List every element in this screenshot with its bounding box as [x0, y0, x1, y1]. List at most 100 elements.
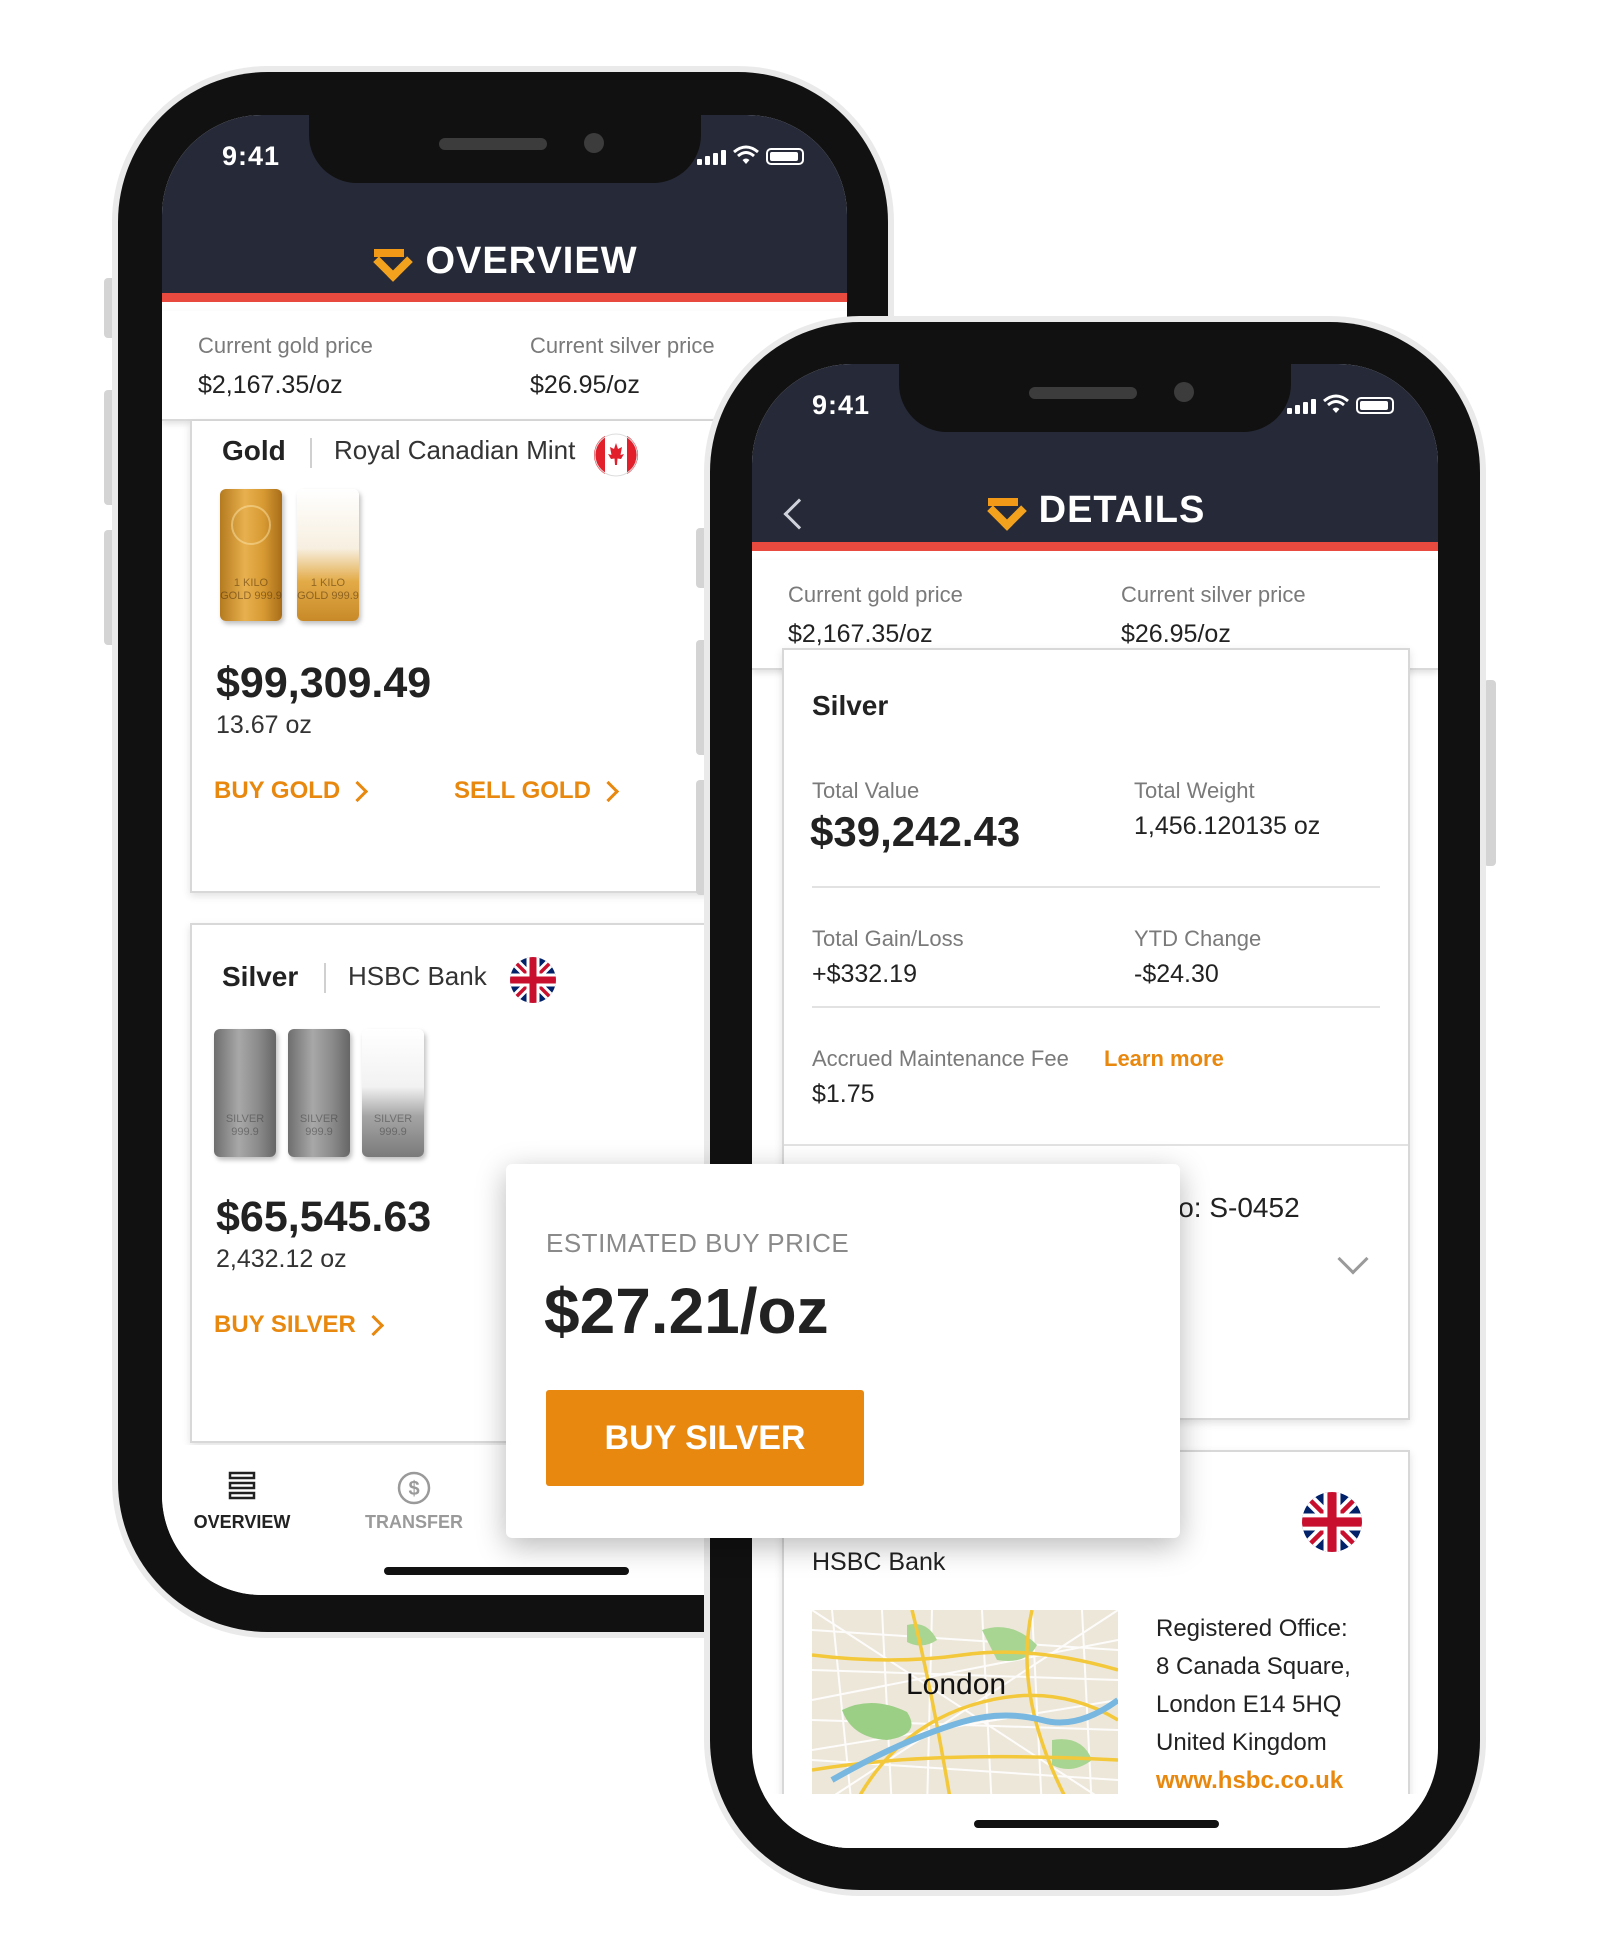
silver-price-label: Current silver price: [1121, 582, 1306, 607]
total-weight-label: Total Weight: [1134, 778, 1255, 803]
gold-price-label: Current gold price: [198, 333, 373, 358]
mute-switch: [696, 528, 708, 588]
chevron-right-icon: [347, 780, 369, 802]
map-image: [812, 1610, 1118, 1810]
gold-holding-card[interactable]: Gold Royal Canadian Mint 1 KILO GOLD 999…: [190, 421, 750, 893]
total-value: $39,242.43: [810, 808, 1021, 855]
gold-price-label: Current gold price: [788, 582, 963, 607]
wifi-icon: [1323, 394, 1349, 413]
provider-name: HSBC Bank: [348, 961, 487, 991]
office-line: 8 Canada Square,: [1156, 1653, 1351, 1680]
bar-stamp: SILVER 999.9: [299, 1113, 339, 1138]
maintenance-fee-label: Accrued Maintenance Fee: [812, 1046, 1069, 1071]
status-time: 9:41: [222, 141, 281, 171]
mute-switch: [104, 278, 116, 338]
system-icons: [1287, 394, 1394, 414]
signal-icon: [697, 150, 726, 165]
silver-bar-image: SILVER 999.9: [214, 1029, 276, 1157]
bar-stamp: SILVER 999.9: [373, 1113, 413, 1138]
details-screen: 9:41 DETAILS Current gold price $2,167.3…: [752, 364, 1438, 1848]
silver-price-value: $26.95/oz: [1121, 620, 1231, 648]
buy-silver-label: BUY SILVER: [214, 1311, 356, 1338]
provider-name: Royal Canadian Mint: [334, 435, 576, 465]
bank-name: HSBC Bank: [812, 1548, 946, 1576]
svg-text:$: $: [408, 1478, 419, 1500]
battery-icon: [766, 148, 804, 165]
overview-header: OVERVIEW: [162, 230, 847, 302]
details-header: DETAILS: [752, 479, 1438, 551]
chevron-right-icon: [597, 780, 620, 802]
gain-loss-value: +$332.19: [812, 960, 917, 988]
notch: [899, 364, 1291, 432]
silver-weight: 2,432.12 oz: [216, 1245, 347, 1273]
popup-label: ESTIMATED BUY PRICE: [546, 1228, 850, 1258]
power-button: [1484, 680, 1496, 866]
status-time: 9:41: [812, 390, 871, 420]
popup-price: $27.21/oz: [544, 1275, 829, 1347]
chevron-down-icon[interactable]: [1337, 1243, 1369, 1275]
silver-bar-image: SILVER 999.9: [288, 1029, 350, 1157]
gold-weight: 13.67 oz: [216, 711, 312, 739]
sell-gold-label: SELL GOLD: [454, 777, 591, 804]
divider: [812, 1006, 1380, 1008]
gold-bar-image-faded: 1 KILO GOLD 999.9: [297, 489, 359, 621]
divider: [784, 1144, 1408, 1146]
estimated-buy-price-popup: ESTIMATED BUY PRICE $27.21/oz BUY SILVER: [506, 1164, 1180, 1538]
canada-flag-icon: [594, 433, 638, 477]
signal-icon: [1287, 399, 1316, 414]
buy-silver-button[interactable]: BUY SILVER: [546, 1390, 864, 1486]
ytd-value: -$24.30: [1134, 960, 1219, 988]
volume-up-button: [696, 640, 708, 755]
gold-price-value: $2,167.35/oz: [788, 620, 933, 648]
london-map[interactable]: London: [812, 1610, 1118, 1810]
system-icons: [697, 145, 804, 165]
divider: [812, 886, 1380, 888]
bar-stamp: 1 KILO GOLD 999.9: [220, 577, 282, 602]
page-title: DETAILS: [1038, 489, 1206, 531]
buy-silver-link[interactable]: BUY SILVER: [214, 1311, 384, 1339]
home-indicator: [974, 1820, 1219, 1828]
volume-down-button: [104, 530, 116, 645]
tab-transfer[interactable]: $ TRANSFER: [354, 1471, 474, 1533]
learn-more-link[interactable]: Learn more: [1104, 1046, 1224, 1072]
office-line: Registered Office:: [1156, 1615, 1348, 1642]
silver-price-label: Current silver price: [530, 333, 715, 358]
list-icon: [228, 1471, 256, 1500]
status-bar: 9:41: [162, 115, 847, 230]
home-indicator: [384, 1567, 629, 1575]
metal-name: Silver: [812, 690, 889, 721]
maintenance-fee-value: $1.75: [812, 1080, 875, 1108]
dollar-circle-icon: $: [397, 1471, 431, 1505]
page-title: OVERVIEW: [425, 240, 638, 282]
map-city-label: London: [906, 1668, 1007, 1701]
ytd-label: YTD Change: [1134, 926, 1262, 951]
uk-flag-icon: [510, 957, 556, 1003]
total-value-label: Total Value: [812, 778, 920, 803]
sell-gold-link[interactable]: SELL GOLD: [454, 777, 620, 805]
buy-gold-label: BUY GOLD: [214, 777, 341, 804]
buy-gold-link[interactable]: BUY GOLD: [214, 777, 369, 805]
gold-price-value: $2,167.35/oz: [198, 371, 343, 399]
notch: [309, 115, 701, 183]
chevron-v-logo-icon: [985, 497, 1021, 524]
office-line: London E14 5HQ: [1156, 1691, 1342, 1718]
battery-icon: [1356, 397, 1394, 414]
tab-overview-label: OVERVIEW: [193, 1512, 291, 1532]
uk-flag-icon: [1302, 1492, 1362, 1552]
volume-down-button: [696, 780, 708, 895]
bar-stamp: SILVER 999.9: [225, 1113, 265, 1138]
chevron-v-logo-icon: [371, 248, 407, 275]
back-arrow-icon[interactable]: [783, 498, 815, 530]
tab-transfer-label: TRANSFER: [365, 1512, 463, 1532]
bar-stamp: 1 KILO GOLD 999.9: [297, 577, 359, 602]
registered-office: Registered Office: 8 Canada Square, Lond…: [1156, 1610, 1351, 1800]
tab-overview[interactable]: OVERVIEW: [182, 1471, 302, 1533]
silver-price-value: $26.95/oz: [530, 371, 640, 399]
chevron-right-icon: [362, 1314, 384, 1336]
metal-name: Gold: [222, 435, 286, 466]
status-bar: 9:41: [752, 364, 1438, 479]
total-weight: 1,456.120135 oz: [1134, 812, 1321, 840]
silver-bar-image-faded: SILVER 999.9: [362, 1029, 424, 1157]
gold-amount: $99,309.49: [216, 659, 432, 707]
volume-up-button: [104, 390, 116, 505]
